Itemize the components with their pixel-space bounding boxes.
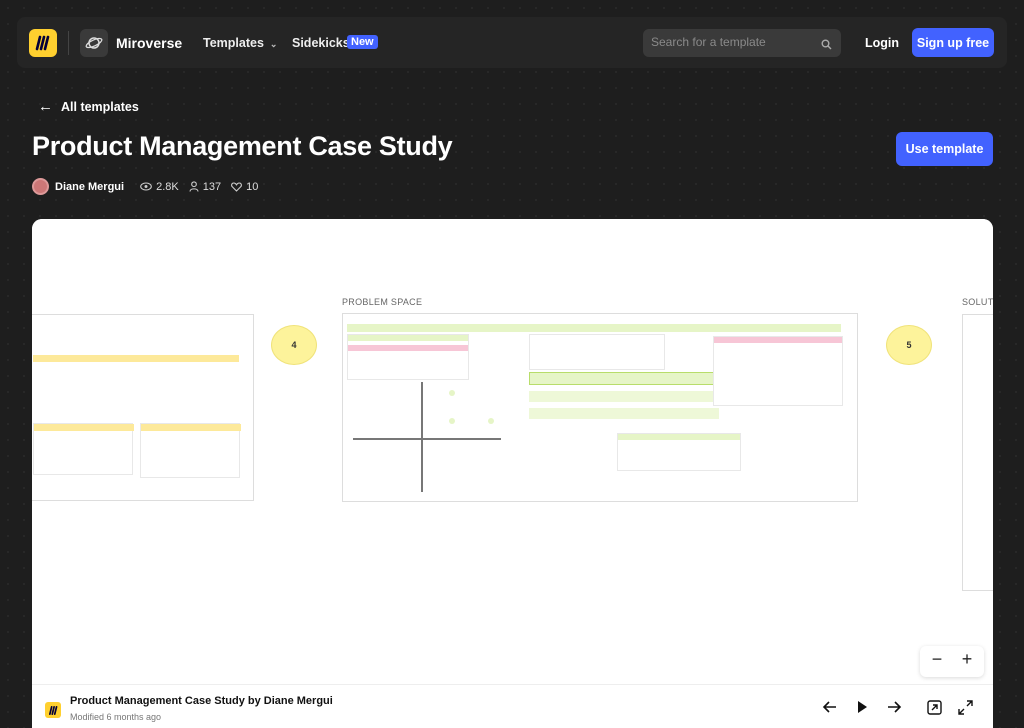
matrix-dot [449, 390, 455, 396]
board-frame-problem-space [342, 313, 858, 502]
page-title: Product Management Case Study [32, 131, 453, 161]
board-frame-solution [962, 314, 993, 591]
board-header-bar [347, 324, 841, 332]
step-5-sticky: 5 [886, 325, 932, 365]
board-card-highlight [348, 345, 468, 351]
play-icon[interactable] [855, 700, 869, 719]
board-card [529, 391, 719, 402]
nav-templates-dropdown[interactable]: Templates ⌄ [203, 36, 277, 50]
chevron-down-icon: ⌄ [269, 39, 278, 49]
search-input[interactable] [651, 35, 811, 49]
board-card-header [618, 434, 740, 440]
board-card [529, 408, 719, 419]
fullscreen-icon[interactable] [958, 700, 973, 720]
board-card [713, 336, 843, 406]
nav-sidekicks-link[interactable]: Sidekicks [292, 36, 350, 50]
solution-label: SOLUT [962, 297, 993, 307]
heart-icon [231, 181, 243, 192]
avatar[interactable] [32, 178, 49, 195]
board-card [33, 423, 134, 475]
problem-space-label: PROBLEM SPACE [342, 297, 423, 307]
login-link[interactable]: Login [865, 36, 899, 50]
likes-stat[interactable]: 10 [231, 181, 258, 193]
open-external-icon[interactable] [927, 700, 942, 720]
likes-count: 10 [246, 180, 259, 193]
zoom-out-button[interactable]: − [927, 649, 947, 670]
board-footer: Product Management Case Study by Diane M… [32, 684, 993, 728]
board-card-highlight [529, 372, 719, 385]
board-card-header [34, 424, 134, 431]
arrow-left-icon: ← [38, 98, 53, 115]
arrow-left-icon[interactable] [822, 700, 838, 719]
brand-name[interactable]: Miroverse [116, 35, 182, 51]
modified-text: Modified 6 months ago [70, 712, 162, 722]
matrix-x-axis [353, 438, 501, 440]
arrow-right-icon[interactable] [886, 700, 902, 719]
back-link-label: All templates [61, 99, 139, 114]
signup-button[interactable]: Sign up free [912, 28, 994, 57]
matrix-dot [488, 418, 494, 424]
top-navbar: Miroverse Templates ⌄ Sidekicks New Login… [17, 17, 1007, 68]
new-badge: New [347, 35, 378, 49]
use-template-button[interactable]: Use template [896, 132, 993, 166]
template-meta: Diane Mergui 2.8K 137 10 [32, 178, 268, 195]
board-canvas[interactable]: 4 PROBLEM SPACE 5 SOLUT − + [32, 219, 993, 684]
planet-icon[interactable] [80, 29, 108, 57]
search-icon[interactable] [821, 37, 832, 55]
board-card-header [141, 424, 241, 431]
search-box[interactable] [643, 29, 841, 57]
views-count: 2.8K [156, 180, 179, 193]
board-card-header [714, 337, 842, 343]
board-title: Product Management Case Study by Diane M… [70, 695, 333, 707]
eye-icon [140, 182, 152, 191]
miro-logo-icon[interactable] [29, 29, 57, 57]
nav-templates-label: Templates [203, 36, 264, 50]
board-card [140, 423, 241, 478]
step-4-sticky: 4 [271, 325, 317, 365]
board-frame-left [32, 314, 254, 501]
zoom-controls: − + [920, 646, 984, 677]
user-icon [189, 181, 199, 192]
board-card-header [348, 335, 468, 341]
matrix-y-axis [421, 382, 423, 492]
board-card [347, 334, 469, 380]
author-name[interactable]: Diane Mergui [55, 181, 124, 193]
board-card [617, 433, 741, 471]
divider [68, 31, 69, 55]
miro-logo-icon [45, 702, 61, 718]
board-preview: 4 PROBLEM SPACE 5 SOLUT − + Product Mana… [32, 219, 993, 728]
views-stat: 2.8K [140, 181, 179, 193]
back-link[interactable]: ← All templates [38, 98, 139, 115]
zoom-in-button[interactable]: + [957, 649, 977, 670]
users-count: 137 [202, 180, 222, 193]
board-card [529, 334, 665, 370]
board-header-bar [33, 355, 239, 362]
matrix-dot [449, 418, 455, 424]
users-stat: 137 [189, 181, 221, 193]
